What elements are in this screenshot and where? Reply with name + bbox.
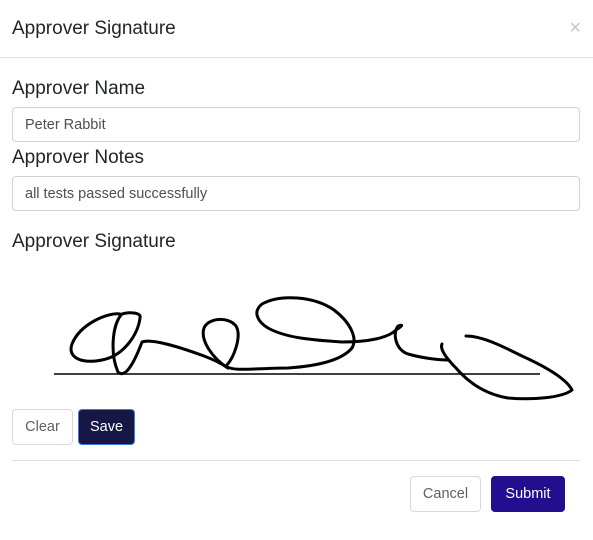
approver-name-label: Approver Name	[12, 78, 146, 99]
save-signature-button[interactable]: Save	[78, 409, 135, 445]
approver-signature-label: Approver Signature	[12, 231, 176, 252]
approver-notes-label: Approver Notes	[12, 147, 145, 168]
clear-signature-button[interactable]: Clear	[12, 409, 73, 445]
signature-stroke	[201, 296, 450, 371]
modal-header: Approver Signature ×	[0, 0, 593, 58]
modal-title: Approver Signature	[12, 18, 176, 39]
submit-button[interactable]: Submit	[491, 476, 565, 512]
approver-notes-input[interactable]	[12, 176, 580, 211]
signature-canvas[interactable]	[12, 262, 580, 408]
close-icon[interactable]: ×	[569, 17, 581, 39]
footer-divider	[12, 460, 580, 461]
approver-name-input[interactable]	[12, 107, 580, 142]
cancel-button[interactable]: Cancel	[410, 476, 481, 512]
signature-stroke	[440, 334, 574, 401]
approver-signature-modal: Approver Signature × Approver Name Appro…	[0, 0, 593, 540]
signature-pad[interactable]	[12, 262, 580, 408]
